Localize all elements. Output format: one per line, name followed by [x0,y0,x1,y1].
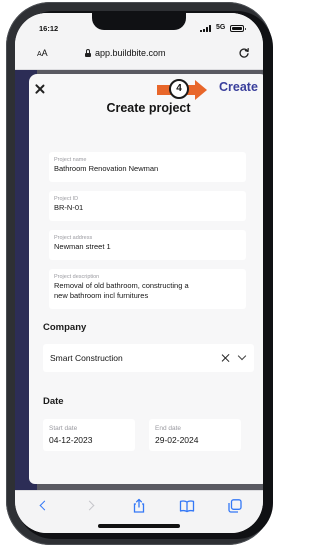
notch [92,13,186,30]
date-heading: Date [43,396,64,407]
status-bar: 16:12 5G [15,13,263,39]
browser-toolbar [15,490,263,533]
battery-icon [230,25,246,32]
phone-screen: 16:12 5G AA app.buildbite.com 4 Create C… [15,13,263,533]
company-heading: Company [43,322,87,333]
project-address-field[interactable]: Project address Newman street 1 [49,230,246,260]
home-indicator [98,524,180,528]
project-description-line-1: Removal of old bathroom, constructing a [54,281,189,290]
network-label: 5G [216,24,226,31]
company-select-value: Smart Construction [50,353,123,363]
status-time: 16:12 [39,24,59,33]
end-date-label: End date [155,425,182,432]
text-size-large-a: A [41,48,48,58]
project-description-field[interactable]: Project description Removal of old bathr… [49,269,246,309]
start-date-field[interactable]: Start date 04-12-2023 [43,419,135,451]
signal-icon [200,25,212,32]
url-text: app.buildbite.com [95,48,166,58]
forward-icon[interactable] [83,498,99,514]
step-callout: 4 [149,79,209,101]
project-id-value: BR-N-01 [54,203,84,212]
project-description-line-2: new bathroom incl furnitures [54,291,149,300]
create-button[interactable]: Create [219,80,258,94]
project-id-label: Project ID [54,196,79,202]
modal-title: Create project [106,101,191,115]
chevron-down-icon[interactable] [237,351,247,361]
end-date-field[interactable]: End date 29-02-2024 [149,419,241,451]
close-icon[interactable] [33,82,47,96]
project-address-value: Newman street 1 [54,242,111,251]
start-date-label: Start date [49,425,78,432]
company-select[interactable]: Smart Construction [43,344,254,372]
tabs-icon[interactable] [227,498,243,514]
project-name-label: Project name [54,157,87,163]
project-description-label: Project description [54,274,100,280]
project-address-label: Project address [54,235,93,241]
clear-icon[interactable] [221,353,231,363]
project-name-field[interactable]: Project name Bathroom Renovation Newman [49,152,246,182]
project-id-field[interactable]: Project ID BR-N-01 [49,191,246,221]
create-project-modal: 4 Create Create project Project name Bat… [29,74,263,484]
project-name-value: Bathroom Renovation Newman [54,164,159,173]
step-arrow-icon [195,80,207,100]
lock-icon [85,49,91,57]
bookmarks-icon[interactable] [179,498,195,514]
text-size-button[interactable]: AA [37,48,48,58]
share-icon[interactable] [131,498,147,514]
reload-icon[interactable] [238,47,250,59]
back-icon[interactable] [36,498,52,514]
start-date-value: 04-12-2023 [49,435,93,445]
end-date-value: 29-02-2024 [155,435,199,445]
address-field[interactable]: app.buildbite.com [85,48,166,58]
browser-url-bar: AA app.buildbite.com [15,39,263,70]
step-number-badge: 4 [169,79,189,99]
